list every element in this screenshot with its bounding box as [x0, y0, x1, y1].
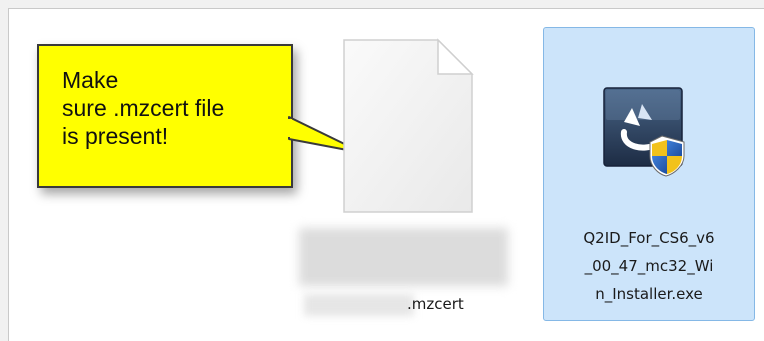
blurred-filename [299, 228, 508, 286]
callout-text: Make sure .mzcert file is present! [62, 67, 225, 149]
callout-note: Make sure .mzcert file is present! [37, 44, 293, 188]
blurred-filename-part [304, 294, 414, 316]
file-name-installer: Q2ID_For_CS6_v6 _00_47_mc32_Wi n_Install… [583, 229, 715, 303]
blank-document-icon [343, 38, 474, 213]
file-item-mzcert[interactable]: .mzcert [296, 28, 514, 324]
installer-shield-icon [603, 87, 685, 177]
file-item-installer[interactable]: Q2ID_For_CS6_v6 _00_47_mc32_Wi n_Install… [543, 27, 755, 321]
file-name-mzcert: .mzcert [407, 295, 464, 313]
